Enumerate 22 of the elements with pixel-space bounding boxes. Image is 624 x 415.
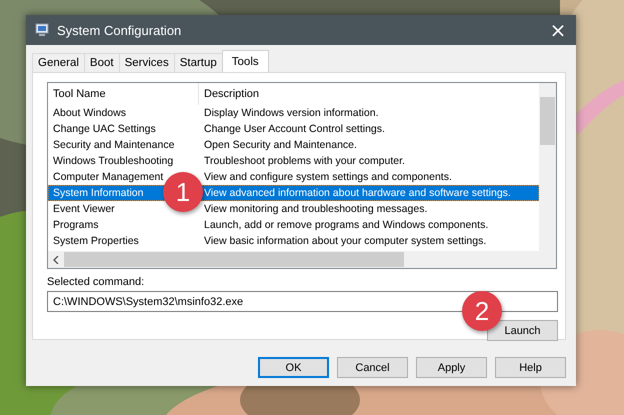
launch-button[interactable]: Launch <box>487 320 558 341</box>
horizontal-scrollbar[interactable] <box>48 251 539 268</box>
dialog-button[interactable]: Cancel <box>337 357 408 378</box>
dialog-button[interactable]: OK <box>258 357 329 378</box>
list-row[interactable]: Security and Maintenance Open Security and Maintenance. <box>48 137 539 153</box>
dialog-button[interactable]: Help <box>495 357 566 378</box>
window-title: System Configuration <box>57 22 182 38</box>
vertical-scrollbar[interactable] <box>539 83 556 268</box>
list-row[interactable]: Windows Troubleshooting Troubleshoot problems with your computer. <box>48 153 539 169</box>
monitor-icon <box>35 23 49 37</box>
tab[interactable]: Tools <box>222 50 269 72</box>
scroll-left-icon[interactable] <box>53 256 59 264</box>
column-header[interactable]: Tool Name <box>48 83 199 105</box>
selected-command-label: Selected command: <box>47 276 146 288</box>
close-button[interactable]: × <box>540 15 576 45</box>
tab[interactable]: General <box>32 53 85 72</box>
list-row[interactable]: About Windows Display Windows version information. <box>48 105 539 121</box>
column-header[interactable]: Description <box>199 83 260 105</box>
list-row[interactable]: Programs Launch, add or remove programs and Windows components. <box>48 217 539 233</box>
list-row[interactable]: System Properties View basic information about your computer system settings. <box>48 233 539 249</box>
list-row[interactable]: Change UAC Settings Change User Account Control settings. <box>48 121 539 137</box>
dialog-button[interactable]: Apply <box>416 357 487 378</box>
